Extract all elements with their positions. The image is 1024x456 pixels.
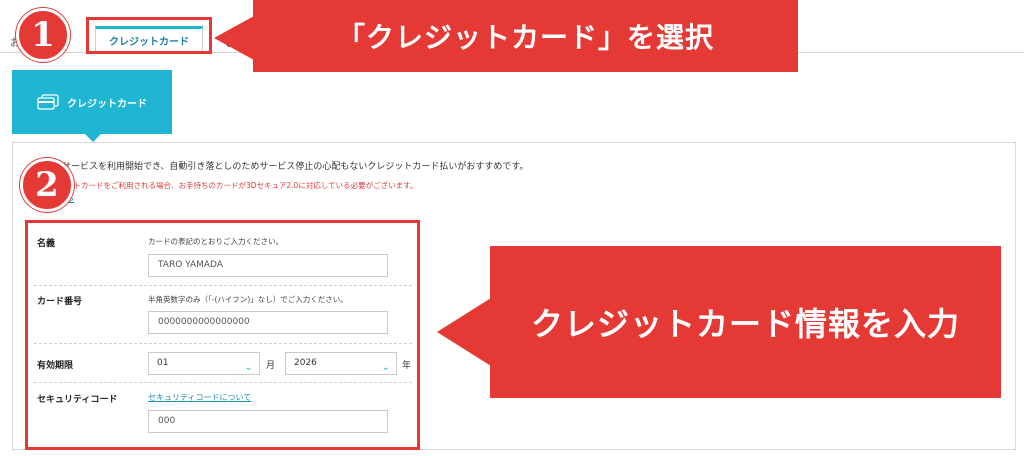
- name-hint: カードの表記のとおりご入力ください。: [148, 237, 283, 246]
- security-code-input[interactable]: 000: [148, 410, 388, 433]
- payment-method-label: クレジットカード: [67, 98, 147, 110]
- expiry-label: 有効期限: [37, 361, 74, 371]
- name-label: 名義: [37, 239, 56, 249]
- chevron-down-icon: ⌄: [381, 362, 390, 373]
- security-code-help-link[interactable]: セキュリティコードについて: [148, 392, 251, 403]
- card-number-input[interactable]: 0000000000000000: [148, 311, 388, 334]
- expiry-month-select[interactable]: 01 ⌄: [148, 352, 260, 375]
- expiry-year-select[interactable]: 2026 ⌄: [285, 352, 397, 375]
- security-code-label: セキュリティコード: [37, 395, 118, 405]
- month-unit: 月: [266, 361, 276, 371]
- row-divider: [34, 343, 412, 344]
- name-input[interactable]: TARO YAMADA: [148, 254, 388, 277]
- tab-credit-card[interactable]: クレジットカード: [95, 26, 203, 51]
- expiry-month-value: 01: [157, 358, 169, 368]
- 3d-secure-notice: ットカードをご利用される場合、お手持ちのカードが3Dセキュア2.0に対応している…: [66, 181, 418, 190]
- tab-credit-card-highlight[interactable]: クレジットカード: [86, 17, 212, 54]
- card-number-label: カード番号: [37, 297, 83, 307]
- callout-select-credit-card: 「クレジットカード」を選択: [253, 0, 798, 72]
- payment-method-credit-card[interactable]: クレジットカード: [12, 70, 172, 134]
- selected-indicator: [85, 134, 101, 142]
- chevron-down-icon: ⌄: [244, 362, 253, 373]
- step-1-badge: 1: [16, 8, 70, 62]
- year-unit: 年: [402, 361, 412, 371]
- callout-arrow: [437, 298, 491, 366]
- callout-arrow: [214, 16, 254, 60]
- card-number-hint: 半角英数字のみ（「-(ハイフン)」なし）でご入力ください。: [148, 295, 348, 304]
- credit-card-icon: [37, 94, 59, 110]
- row-divider: [34, 382, 412, 383]
- callout-enter-card-info: クレジットカード情報を入力: [490, 246, 1001, 398]
- intro-text: サービスを利用開始でき、自動引き落としのためサービス停止の心配もないクレジットカ…: [62, 162, 529, 172]
- row-divider: [34, 285, 412, 286]
- step-2-badge: 2: [20, 158, 74, 212]
- expiry-year-value: 2026: [294, 358, 317, 368]
